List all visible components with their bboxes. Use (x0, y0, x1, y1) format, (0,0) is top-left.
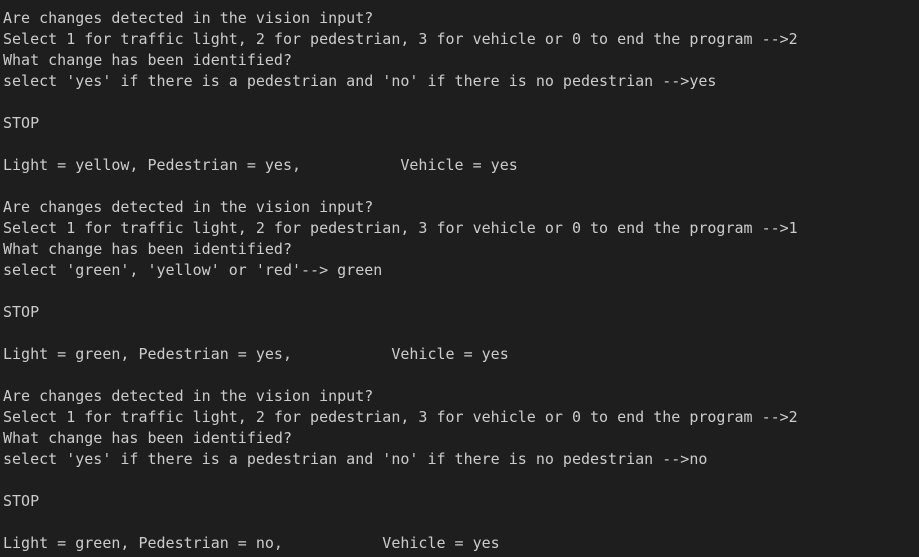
terminal-line: STOP (3, 303, 40, 321)
terminal-line: Select 1 for traffic light, 2 for pedest… (3, 30, 798, 48)
terminal-line: Are changes detected in the vision input… (3, 9, 374, 27)
terminal-line: select 'green', 'yellow' or 'red'--> gre… (3, 261, 383, 279)
terminal-line: What change has been identified? (3, 429, 292, 447)
terminal-line: STOP (3, 114, 40, 132)
terminal-line: select 'yes' if there is a pedestrian an… (3, 450, 708, 468)
terminal-line: What change has been identified? (3, 51, 292, 69)
terminal-line: Light = yellow, Pedestrian = yes, Vehicl… (3, 156, 518, 174)
terminal-line: select 'yes' if there is a pedestrian an… (3, 72, 717, 90)
terminal-line: Select 1 for traffic light, 2 for pedest… (3, 408, 798, 426)
terminal-line: Light = green, Pedestrian = yes, Vehicle… (3, 345, 509, 363)
terminal-line: Select 1 for traffic light, 2 for pedest… (3, 219, 798, 237)
terminal-line: What change has been identified? (3, 240, 292, 258)
terminal-line: Light = green, Pedestrian = no, Vehicle … (3, 534, 500, 552)
terminal-output[interactable]: Are changes detected in the vision input… (0, 0, 919, 557)
terminal-line: Are changes detected in the vision input… (3, 387, 374, 405)
terminal-line: Are changes detected in the vision input… (3, 198, 374, 216)
terminal-line: STOP (3, 492, 40, 510)
